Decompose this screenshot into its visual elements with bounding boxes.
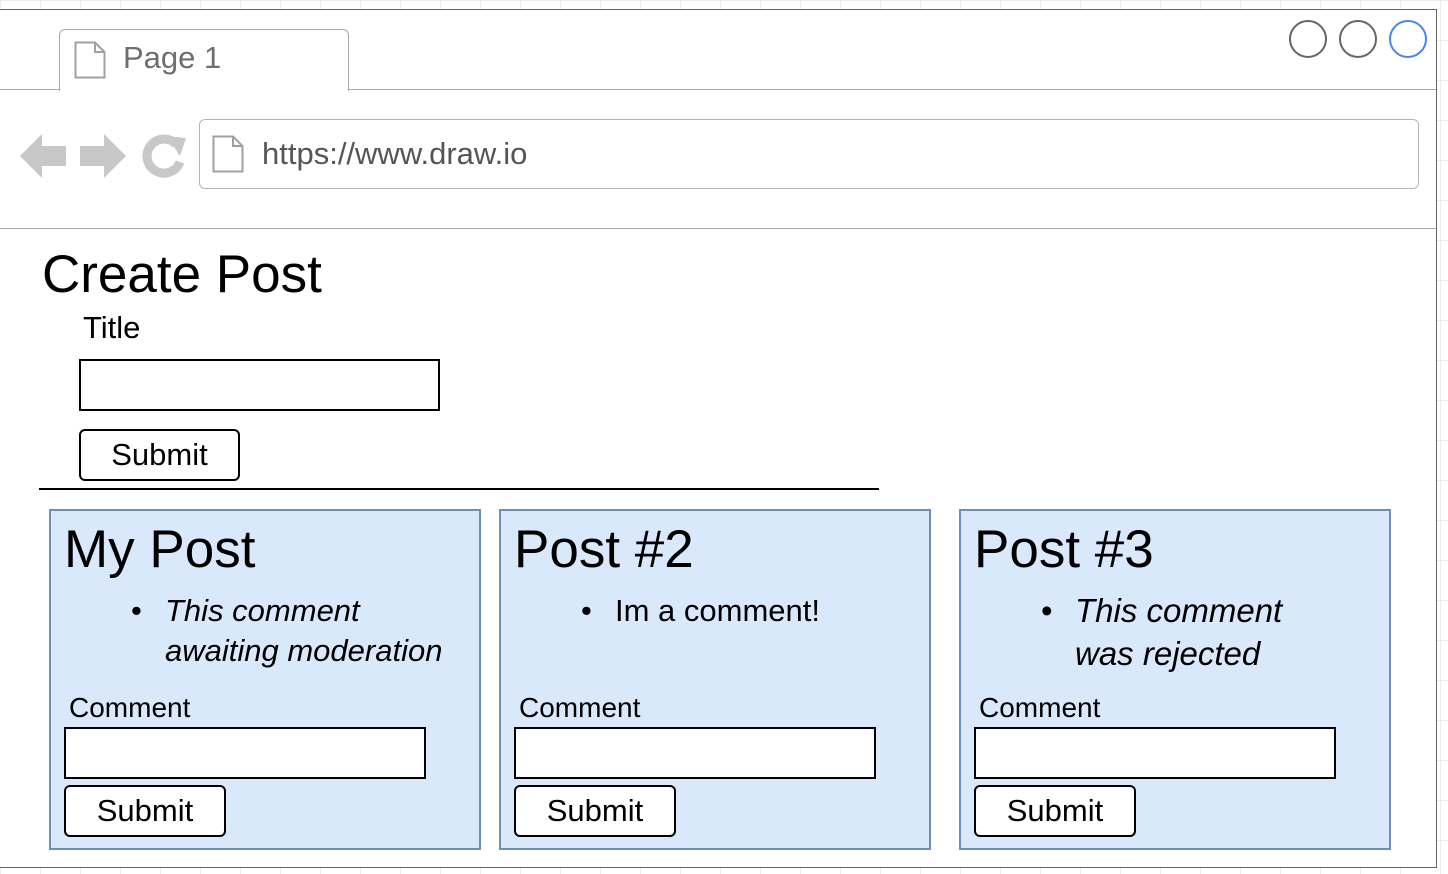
section-divider [39, 488, 879, 490]
browser-header-separator [0, 228, 1436, 229]
comment-item: • Im a comment! [581, 591, 915, 631]
comment-list: • Im a comment! [581, 591, 915, 631]
url-text: https://www.draw.io [262, 136, 528, 171]
post-card: My Post • This comment awaiting moderati… [49, 509, 481, 850]
post-title: Post #2 [514, 520, 694, 579]
comment-item: • This comment awaiting moderation [131, 591, 465, 671]
comment-label: Comment [979, 692, 1101, 723]
back-arrow-icon[interactable] [20, 132, 68, 180]
title-label: Title [83, 310, 141, 345]
forward-arrow-icon[interactable] [80, 132, 128, 180]
minimize-button[interactable] [1289, 20, 1327, 58]
tab-label: Page 1 [123, 40, 222, 75]
comment-submit-button[interactable]: Submit [974, 785, 1136, 837]
comment-submit-button[interactable]: Submit [64, 785, 226, 837]
comment-item: • This comment was rejected [1041, 589, 1335, 675]
create-post-heading: Create Post [42, 245, 322, 304]
tab-bar-line [0, 89, 60, 90]
comment-text: This comment awaiting moderation [165, 593, 443, 668]
comment-input[interactable] [974, 727, 1336, 779]
bullet-icon: • [1041, 592, 1053, 629]
close-button[interactable] [1389, 20, 1427, 58]
bullet-icon: • [131, 593, 142, 628]
create-post-submit-button[interactable]: Submit [79, 429, 240, 481]
address-bar[interactable]: https://www.draw.io [199, 119, 1419, 189]
maximize-button[interactable] [1339, 20, 1377, 58]
comment-label: Comment [519, 692, 641, 723]
comment-input[interactable] [514, 727, 876, 779]
post-title: Post #3 [974, 520, 1154, 579]
bullet-icon: • [581, 593, 592, 628]
comment-input[interactable] [64, 727, 426, 779]
comment-list: • This comment was rejected [1041, 589, 1335, 675]
browser-window: Page 1 https://www.draw.io Create Post T… [0, 9, 1437, 868]
tab-bar-line [348, 89, 1436, 90]
comment-label: Comment [69, 692, 191, 723]
browser-tab[interactable]: Page 1 [59, 29, 349, 91]
post-title: My Post [64, 520, 256, 579]
page-icon [74, 41, 106, 84]
title-input[interactable] [79, 359, 440, 411]
post-card: Post #2 • Im a comment! Comment Submit [499, 509, 931, 850]
comment-text: Im a comment! [615, 593, 820, 628]
page-icon [212, 135, 244, 178]
reload-icon[interactable] [140, 132, 188, 180]
post-card: Post #3 • This comment was rejected Comm… [959, 509, 1391, 850]
comment-text: This comment was rejected [1075, 592, 1283, 672]
comment-submit-button[interactable]: Submit [514, 785, 676, 837]
comment-list: • This comment awaiting moderation [131, 591, 465, 671]
